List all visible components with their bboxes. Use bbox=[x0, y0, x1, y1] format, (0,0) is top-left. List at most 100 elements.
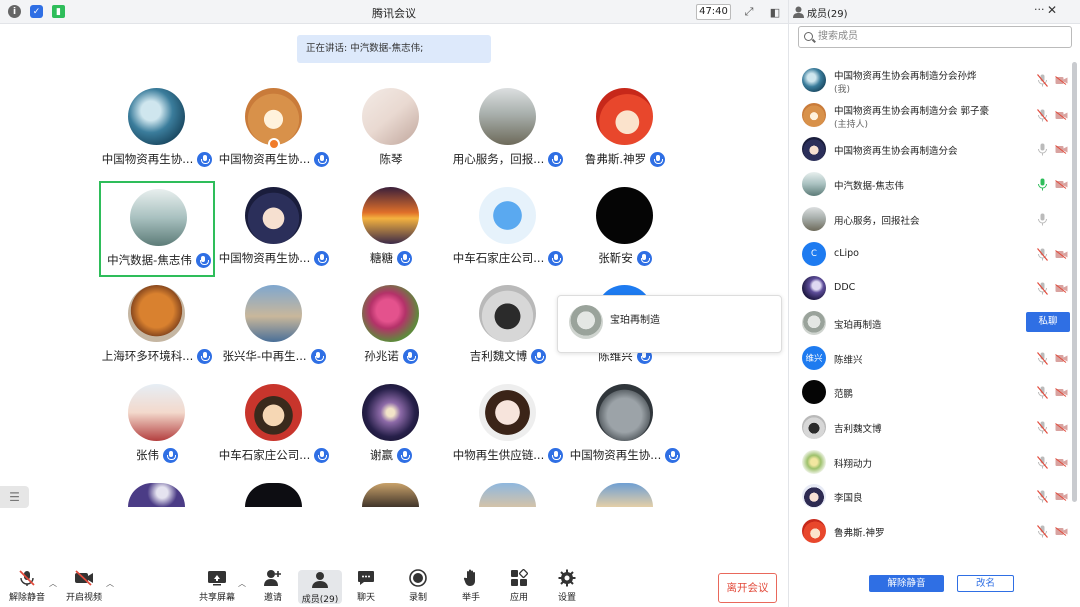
participant-tile[interactable]: 孙兆诺 bbox=[333, 279, 449, 375]
video-off-icon[interactable] bbox=[1055, 76, 1068, 85]
mic-muted-icon[interactable] bbox=[1037, 525, 1048, 538]
video-off-icon[interactable] bbox=[1055, 110, 1068, 120]
participant-tile[interactable]: 鲁弗斯.神罗 bbox=[567, 82, 683, 178]
mic-icon[interactable] bbox=[1037, 178, 1048, 191]
fullscreen-icon[interactable]: ⤢ bbox=[741, 4, 757, 20]
participant-avatar-partial[interactable] bbox=[479, 483, 536, 507]
participant-name: 中国物资再生协... bbox=[569, 448, 662, 462]
participant-tile[interactable]: 用心服务，回报... bbox=[450, 82, 566, 178]
member-row[interactable]: 李国良 bbox=[789, 479, 1080, 513]
unmute-button[interactable]: 解除静音 bbox=[5, 568, 49, 603]
mic-icon[interactable] bbox=[1037, 143, 1048, 156]
person-icon bbox=[793, 6, 804, 18]
participant-tile[interactable]: 中国物资再生协... bbox=[567, 378, 683, 474]
participant-name-row: 上海环多环境科... bbox=[99, 348, 215, 364]
participant-tile[interactable]: 中车石家庄公司... bbox=[216, 378, 332, 474]
participant-avatar bbox=[596, 384, 653, 441]
participant-popup[interactable]: 宝珀再制造 bbox=[557, 295, 782, 353]
video-off-icon[interactable] bbox=[1055, 353, 1068, 363]
record-button[interactable]: 录制 bbox=[396, 568, 440, 603]
member-row[interactable]: 中汽数据-焦志伟 bbox=[789, 167, 1080, 201]
share-screen-button[interactable]: 共享屏幕 bbox=[195, 568, 239, 603]
participant-tile[interactable]: 谢嬴 bbox=[333, 378, 449, 474]
participant-avatar bbox=[128, 384, 185, 441]
participant-tile[interactable]: 中国物资再生协... bbox=[99, 82, 215, 178]
leave-meeting-button[interactable]: 离开会议 bbox=[718, 573, 777, 603]
rename-button[interactable]: 改名 bbox=[957, 575, 1014, 592]
member-row[interactable]: 中国物资再生协会再制造分会 郭子豪 (主持人) bbox=[789, 98, 1080, 132]
members-panel-header: 成员(29) ··· ✕ bbox=[789, 0, 1080, 24]
member-search-input[interactable]: 搜索成员 bbox=[798, 26, 1072, 48]
participant-tile[interactable]: 张伟 bbox=[99, 378, 215, 474]
member-row[interactable]: 范鹏 bbox=[789, 375, 1080, 409]
participant-tile[interactable]: 张兴华-中再生... bbox=[216, 279, 332, 375]
mic-muted-icon[interactable] bbox=[1037, 74, 1048, 87]
video-off-icon[interactable] bbox=[1055, 457, 1068, 467]
unmute-all-button[interactable]: 解除静音 bbox=[869, 575, 944, 592]
participant-tile[interactable]: 中汽数据-焦志伟 bbox=[99, 181, 215, 277]
participant-tile[interactable]: 张靳安 bbox=[567, 181, 683, 277]
chevron-up-icon[interactable]: ︿ bbox=[106, 578, 114, 589]
mic-icon[interactable] bbox=[1037, 213, 1048, 226]
video-off-icon[interactable] bbox=[1055, 388, 1068, 398]
participant-avatar bbox=[245, 285, 302, 342]
start-video-button[interactable]: 开启视频 bbox=[62, 568, 106, 603]
participant-tile[interactable]: 中车石家庄公司... bbox=[450, 181, 566, 277]
participant-avatar bbox=[130, 189, 187, 246]
raise-hand-button[interactable]: 举手 bbox=[449, 568, 493, 603]
member-row[interactable]: DDC bbox=[789, 271, 1080, 305]
video-off-icon[interactable] bbox=[1055, 249, 1068, 259]
participant-tile[interactable]: 陈琴 bbox=[333, 82, 449, 178]
more-icon[interactable]: ··· bbox=[1034, 3, 1045, 16]
member-row[interactable]: 科翔动力 bbox=[789, 445, 1080, 479]
close-icon[interactable]: ✕ bbox=[1047, 3, 1057, 17]
members-button[interactable]: 成员(29) bbox=[298, 570, 342, 605]
member-row[interactable]: 用心服务，回报社会 bbox=[789, 202, 1080, 236]
chevron-up-icon[interactable]: ︿ bbox=[238, 578, 246, 589]
member-name: 中国物资再生协会再制造分会 bbox=[834, 146, 958, 158]
participant-tile[interactable]: 中国物资再生协... bbox=[216, 82, 332, 178]
mic-muted-icon[interactable] bbox=[1037, 490, 1048, 504]
video-off-icon[interactable] bbox=[1055, 492, 1068, 502]
member-row[interactable]: CcLipo bbox=[789, 237, 1080, 271]
mic-muted-icon[interactable] bbox=[1037, 421, 1048, 434]
video-off-icon[interactable] bbox=[1055, 423, 1068, 432]
participant-tile[interactable]: 中物再生供应链... bbox=[450, 378, 566, 474]
chevron-up-icon[interactable]: ︿ bbox=[49, 578, 57, 589]
invite-button[interactable]: 邀请 bbox=[251, 568, 295, 603]
participant-avatar-partial[interactable] bbox=[245, 483, 302, 507]
list-toggle-button[interactable]: ☰ bbox=[0, 486, 29, 508]
participant-avatar-partial[interactable] bbox=[362, 483, 419, 507]
mic-muted-icon[interactable] bbox=[1037, 386, 1048, 400]
member-list-scrollbar[interactable] bbox=[1072, 62, 1077, 502]
member-row[interactable]: 宝珀再制造 私聊 bbox=[789, 306, 1080, 340]
video-off-icon[interactable] bbox=[1055, 284, 1068, 294]
member-row[interactable]: 鲁弗斯.神罗 bbox=[789, 514, 1080, 548]
apps-button[interactable]: 应用 bbox=[497, 568, 541, 603]
video-off-icon[interactable] bbox=[1055, 145, 1068, 155]
member-row[interactable]: 吉利魏文博 bbox=[789, 410, 1080, 444]
participant-tile[interactable]: 中国物资再生协... bbox=[216, 181, 332, 277]
member-row[interactable]: 中国物资再生协会再制造分会孙烨 (我) bbox=[789, 63, 1080, 97]
member-row[interactable]: 中国物资再生协会再制造分会 bbox=[789, 132, 1080, 166]
mic-muted-icon[interactable] bbox=[1037, 351, 1048, 365]
layout-icon[interactable]: ◧ bbox=[767, 4, 783, 20]
member-row[interactable]: 维兴 陈维兴 bbox=[789, 341, 1080, 375]
mic-muted-icon[interactable] bbox=[1037, 108, 1048, 122]
video-off-icon[interactable] bbox=[1055, 180, 1068, 189]
video-off-icon[interactable] bbox=[1055, 527, 1068, 536]
participant-avatar-partial[interactable] bbox=[596, 483, 653, 507]
participant-tile[interactable]: 吉利魏文博 bbox=[450, 279, 566, 375]
participant-tile[interactable]: 糖糖 bbox=[333, 181, 449, 277]
member-name: 宝珀再制造 bbox=[834, 319, 882, 331]
member-name: 科翔动力 bbox=[834, 458, 873, 470]
private-chat-button[interactable]: 私聊 bbox=[1026, 311, 1070, 332]
settings-button[interactable]: 设置 bbox=[545, 568, 589, 603]
chat-button[interactable]: 聊天 bbox=[344, 568, 388, 603]
mic-muted-icon[interactable] bbox=[1037, 247, 1048, 261]
participant-tile[interactable]: 上海环多环境科... bbox=[99, 279, 215, 375]
participant-avatar-partial[interactable] bbox=[128, 483, 185, 507]
mic-muted-icon[interactable] bbox=[1037, 455, 1048, 469]
mic-muted-icon[interactable] bbox=[1037, 282, 1048, 296]
participant-avatar bbox=[245, 187, 302, 244]
